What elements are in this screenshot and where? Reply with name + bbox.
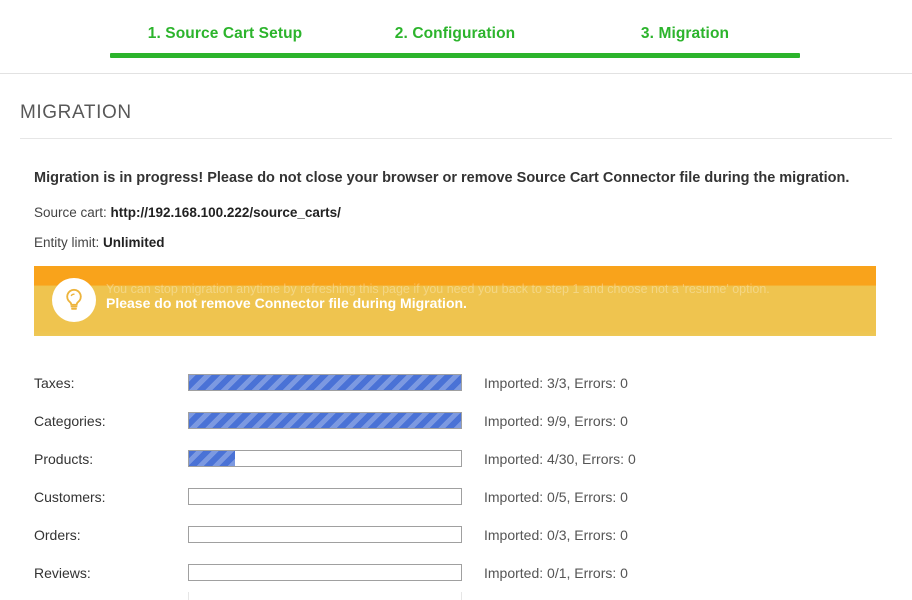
progress-bar-categories	[188, 412, 462, 430]
migration-progress-list: Taxes: Imported: 3/3, Errors: 0 Categori…	[20, 364, 892, 600]
entity-limit-row: Entity limit: Unlimited	[34, 234, 892, 252]
progress-row: Products: Imported: 4/30, Errors: 0	[34, 440, 892, 478]
progress-row: Categories: Imported: 9/9, Errors: 0	[34, 402, 892, 440]
progress-bar-fill	[189, 451, 236, 467]
progress-bar-fill	[189, 413, 461, 429]
progress-row-status: Imported: 0/1, Errors: 0	[484, 564, 628, 581]
migration-progress-headline: Migration is in progress! Please do not …	[34, 170, 850, 186]
progress-row-label: Customers:	[34, 488, 106, 505]
progress-row-status: Imported: 4/30, Errors: 0	[484, 450, 636, 467]
step-tab-migration[interactable]: 3. Migration	[570, 0, 800, 52]
stepper-tabs: 1. Source Cart Setup 2. Configuration 3.…	[110, 0, 800, 52]
progress-row: Reviews: Imported: 0/1, Errors: 0	[34, 554, 892, 592]
progress-bar-customers	[188, 488, 462, 506]
progress-bar-orders	[188, 526, 462, 544]
entity-limit-value: Unlimited	[103, 235, 165, 251]
progress-row-status: Imported: 3/3, Errors: 0	[484, 374, 628, 391]
progress-row: Orders: Imported: 0/3, Errors: 0	[34, 516, 892, 554]
step-tab-label: 1. Source Cart Setup	[147, 25, 303, 42]
progress-bar-reviews	[188, 564, 462, 582]
source-cart-row: Source cart: http://192.168.100.222/sour…	[34, 204, 892, 222]
alert-text-stack: You can stop migration anytime by refres…	[106, 281, 864, 313]
page-body: MIGRATION Migration is in progress! Plea…	[0, 74, 912, 600]
entity-limit-label: Entity limit:	[34, 235, 100, 251]
page-title: MIGRATION	[20, 74, 892, 139]
tip-alert-banner: You can stop migration anytime by refres…	[34, 265, 876, 336]
stepper-header: 1. Source Cart Setup 2. Configuration 3.…	[0, 0, 912, 74]
progress-bar-products	[188, 450, 462, 468]
stepper-progress-rail	[110, 53, 800, 58]
progress-bar-taxes	[188, 374, 462, 392]
progress-row-label: Categories:	[34, 412, 106, 429]
progress-row-label: Products:	[34, 450, 94, 467]
progress-row-status: Imported: 0/3, Errors: 0	[484, 526, 628, 543]
source-cart-label: Source cart:	[34, 204, 107, 220]
progress-row: Taxes: Imported: 3/3, Errors: 0	[34, 364, 892, 402]
step-tab-label: 2. Configuration	[394, 25, 516, 42]
step-tab-configuration[interactable]: 2. Configuration	[340, 0, 570, 52]
progress-row-status: Imported: 0/5, Errors: 0	[484, 488, 628, 505]
progress-row-clipped	[34, 591, 892, 600]
progress-row-label: Orders:	[34, 526, 81, 543]
intro-block: Migration is in progress! Please do not …	[20, 139, 892, 252]
progress-row-label: Reviews:	[34, 564, 91, 581]
source-cart-value: http://192.168.100.222/source_carts/	[110, 204, 341, 220]
progress-row-label: Taxes:	[34, 374, 75, 391]
step-tab-label: 3. Migration	[640, 25, 730, 42]
step-tab-source-cart-setup[interactable]: 1. Source Cart Setup	[110, 0, 340, 52]
lightbulb-icon	[52, 277, 96, 322]
progress-row-status: Imported: 9/9, Errors: 0	[484, 412, 628, 429]
progress-bar-fill	[189, 375, 461, 391]
progress-row: Customers: Imported: 0/5, Errors: 0	[34, 478, 892, 516]
progress-bar-clipped	[188, 591, 462, 600]
